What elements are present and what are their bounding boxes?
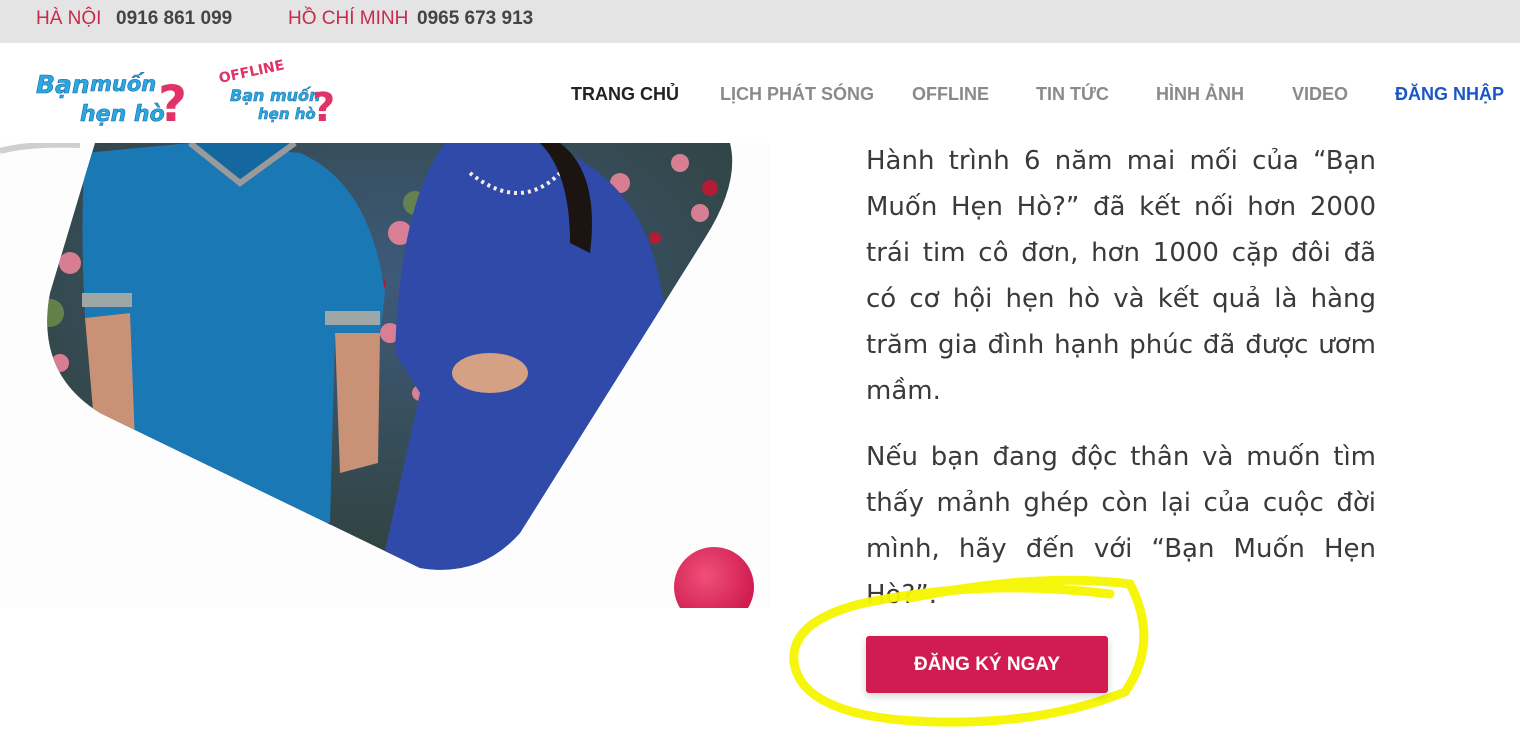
hanoi-phone[interactable]: 0916 861 099	[116, 8, 232, 30]
nav-news[interactable]: TIN TỨC	[1036, 84, 1109, 105]
nav-photos[interactable]: HÌNH ẢNH	[1156, 84, 1244, 105]
svg-text:Bạn muốn: Bạn muốn	[230, 86, 320, 105]
svg-text:Bạn: Bạn	[36, 70, 90, 99]
hcm-label: HỒ CHÍ MINH	[288, 8, 409, 29]
nav-login[interactable]: ĐĂNG NHẬP	[1395, 84, 1504, 105]
svg-text:hẹn hò: hẹn hò	[80, 102, 165, 127]
hero-photo-area	[0, 143, 770, 608]
nav-offline[interactable]: OFFLINE	[912, 84, 989, 105]
svg-text:muốn: muốn	[90, 72, 156, 96]
hcm-phone[interactable]: 0965 673 913	[417, 8, 533, 30]
svg-text:hẹn hò: hẹn hò	[258, 105, 316, 123]
svg-text:?: ?	[158, 75, 187, 131]
hanoi-label: HÀ NỘI	[36, 8, 102, 29]
nav-home[interactable]: TRANG CHỦ	[571, 84, 679, 105]
site-header: Bạn muốn hẹn hò ? OFFLINE Bạn muốn hẹn h…	[0, 43, 1520, 143]
main-logo[interactable]: Bạn muốn hẹn hò ?	[34, 55, 192, 131]
intro-paragraph: Hành trình 6 năm mai mối của “Bạn Muốn H…	[866, 146, 1376, 406]
couple-photo	[0, 143, 733, 570]
svg-text:OFFLINE: OFFLINE	[218, 59, 286, 87]
nav-schedule[interactable]: LỊCH PHÁT SÓNG	[720, 84, 874, 105]
register-now-button[interactable]: ĐĂNG KÝ NGAY	[866, 636, 1108, 693]
offline-logo[interactable]: OFFLINE Bạn muốn hẹn hò ?	[218, 59, 340, 129]
svg-text:?: ?	[312, 85, 335, 129]
nav-video[interactable]: VIDEO	[1292, 84, 1348, 105]
contact-bar: HÀ NỘI 0916 861 099 HỒ CHÍ MINH 0965 673…	[0, 0, 1520, 43]
